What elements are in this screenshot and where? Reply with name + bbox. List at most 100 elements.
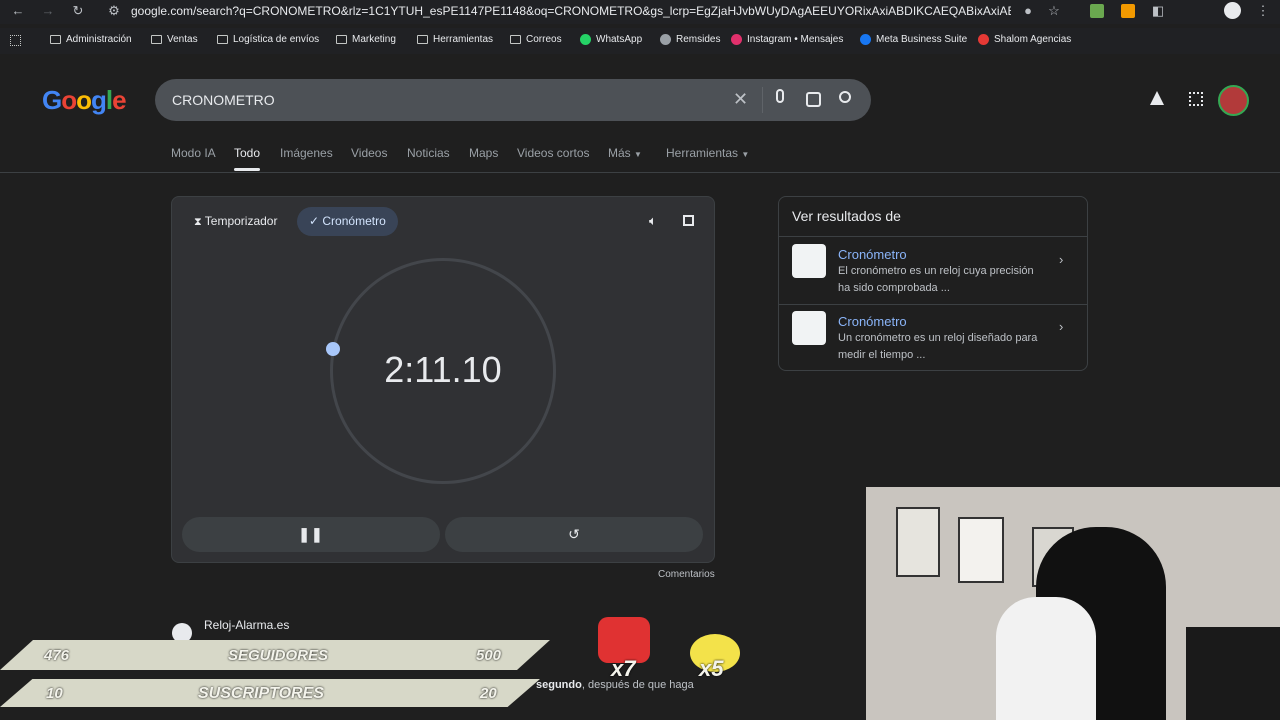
tab-short-videos[interactable]: Videos cortos <box>517 146 590 160</box>
subscribers-goal: 20 <box>480 685 497 702</box>
dropdown-icon: ▼ <box>741 150 750 159</box>
bookmark-icon <box>660 34 671 45</box>
stopwatch-thumbnail <box>792 244 826 278</box>
chevron-right-icon[interactable]: › <box>1059 319 1063 334</box>
mic-icon[interactable] <box>776 89 784 103</box>
chevron-right-icon[interactable]: › <box>1059 252 1063 267</box>
avatar[interactable] <box>1218 85 1249 116</box>
monitor <box>1186 627 1280 720</box>
tab-images[interactable]: Imágenes <box>280 146 333 160</box>
panel-divider <box>779 236 1087 237</box>
bookmark-item[interactable]: Administración <box>50 34 132 45</box>
sound-icon[interactable]: 🔈︎ <box>649 213 657 229</box>
bookmark-item[interactable]: Instagram • Mensajes <box>731 34 843 45</box>
menu-icon[interactable]: ⋮ <box>1255 3 1271 19</box>
result-site-name[interactable]: Reloj-Alarma.es <box>204 618 289 632</box>
snippet-text: , después de que haga <box>581 679 694 691</box>
reset-icon: ↺ <box>568 526 580 542</box>
tab-videos[interactable]: Videos <box>351 146 387 160</box>
labs-icon[interactable] <box>1150 91 1164 105</box>
result-description: El cronómetro es un reloj cuya precisión… <box>838 265 1034 294</box>
tab-all[interactable]: Todo <box>234 146 260 160</box>
folder-icon <box>336 35 347 44</box>
tab-tools[interactable]: Herramientas ▼ <box>666 146 749 160</box>
tab-more[interactable]: Más ▼ <box>608 146 642 160</box>
dropdown-icon: ▼ <box>634 150 642 159</box>
result-title[interactable]: Cronómetro <box>838 314 907 329</box>
stopwatch-chip-label: Cronómetro <box>322 214 386 228</box>
whatsapp-icon <box>580 34 591 45</box>
webcam-feed <box>866 487 1280 720</box>
bookmark-item[interactable]: WhatsApp <box>580 34 642 45</box>
pause-button[interactable]: ❚❚ <box>182 517 440 552</box>
apps-icon[interactable] <box>10 35 21 46</box>
apps-grid-icon[interactable] <box>1189 92 1203 106</box>
active-tab-indicator <box>234 168 260 171</box>
folder-icon <box>151 35 162 44</box>
panel-divider <box>779 304 1087 305</box>
url-field[interactable]: google.com/search?q=CRONOMETRO&rlz=1C1YT… <box>131 4 1011 18</box>
pause-icon: ❚❚ <box>298 526 324 542</box>
bookmark-item[interactable]: Logística de envíos <box>217 34 319 45</box>
fullscreen-icon[interactable] <box>683 215 694 226</box>
timer-chip[interactable]: ⧗ Temporizador <box>182 207 289 236</box>
subscribers-count: 10 <box>46 685 63 702</box>
lens-icon[interactable] <box>806 92 821 107</box>
bookmark-item[interactable]: Herramientas <box>417 34 493 45</box>
profile-icon[interactable] <box>1224 2 1241 19</box>
wall-frame <box>958 517 1004 583</box>
tab-tools-label: Herramientas <box>666 146 739 160</box>
tab-news[interactable]: Noticias <box>407 146 450 160</box>
stopwatch-thumbnail <box>792 311 826 345</box>
instagram-icon <box>731 34 742 45</box>
search-box[interactable]: CRONOMETRO ✕ <box>155 79 871 121</box>
search-input[interactable]: CRONOMETRO <box>172 92 275 108</box>
folder-icon <box>50 35 61 44</box>
followers-count: 476 <box>44 647 70 664</box>
person-shirt <box>996 597 1096 720</box>
reset-button[interactable]: ↺ <box>445 517 703 552</box>
bookmark-item[interactable]: Ventas <box>151 34 198 45</box>
address-bar: ← → ↻ ⚙ google.com/search?q=CRONOMETRO&r… <box>0 0 1280 24</box>
result-title[interactable]: Cronómetro <box>838 247 907 262</box>
feedback-link[interactable]: Comentarios <box>658 569 715 580</box>
wall-frame <box>896 507 940 577</box>
bookmark-item[interactable]: Marketing <box>336 34 396 45</box>
bookmarks-bar: Administración Ventas Logística de envío… <box>0 28 1280 54</box>
face-emote-count: x5 <box>699 656 724 681</box>
star-icon[interactable]: ☆ <box>1046 3 1062 19</box>
site-info-icon[interactable]: ⚙ <box>106 3 122 19</box>
timer-chip-label: Temporizador <box>204 214 278 228</box>
tab-maps[interactable]: Maps <box>469 146 498 160</box>
check-icon: ✓ <box>309 214 323 228</box>
puzzle-icon[interactable]: ◧ <box>1150 3 1166 19</box>
hourglass-icon: ⧗ <box>194 216 205 228</box>
extension-icon[interactable] <box>1090 4 1104 18</box>
result-description: Un cronómetro es un reloj diseñado para … <box>838 332 1038 361</box>
location-icon[interactable]: ● <box>1020 3 1036 19</box>
bookmark-item[interactable]: Remsides <box>660 34 720 45</box>
tab-ai-mode[interactable]: Modo IA <box>171 146 216 160</box>
meta-icon <box>860 34 871 45</box>
divider <box>762 87 763 113</box>
stopwatch-chip[interactable]: ✓ Cronómetro <box>297 207 398 236</box>
panel-heading: Ver resultados de <box>792 208 901 224</box>
search-icon[interactable] <box>839 91 851 103</box>
shalom-icon <box>978 34 989 45</box>
bookmark-item[interactable]: Correos <box>510 34 562 45</box>
folder-icon <box>217 35 228 44</box>
bookmark-item[interactable]: Meta Business Suite <box>860 34 967 45</box>
reload-icon[interactable]: ↻ <box>70 3 86 19</box>
followers-label: SEGUIDORES <box>228 647 329 664</box>
extension-icon[interactable] <box>1121 4 1135 18</box>
cat-emote-count: x7 <box>611 656 636 681</box>
clear-icon[interactable]: ✕ <box>733 89 748 110</box>
elapsed-time: 2:11.10 <box>384 349 502 390</box>
followers-goal: 500 <box>476 647 502 664</box>
google-logo[interactable]: Google <box>42 85 127 116</box>
back-icon[interactable]: ← <box>10 3 26 19</box>
forward-icon[interactable]: → <box>40 3 56 19</box>
bookmark-item[interactable]: Shalom Agencias <box>978 34 1071 45</box>
tab-more-label: Más <box>608 146 631 160</box>
snippet-bold: segundo <box>536 679 582 691</box>
